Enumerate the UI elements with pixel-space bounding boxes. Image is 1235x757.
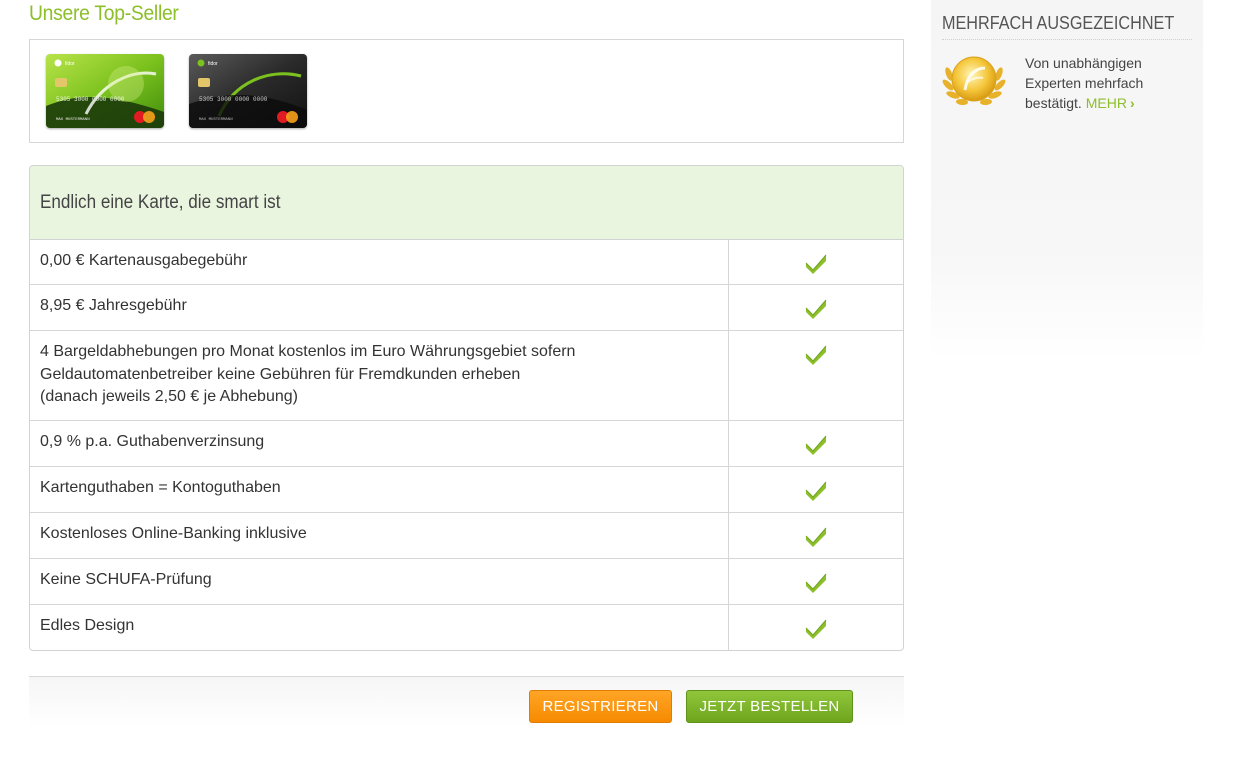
green-card[interactable]: fidor 5305 3000 0000 0000 MAX MUSTERMANN [46,54,164,128]
feature-check-cell [729,240,903,284]
topseller-heading: Unsere Top-Seller [29,2,179,25]
checkmark-icon [805,299,827,319]
card-brand-label: fidor [65,61,75,67]
feature-label-line: Edles Design [40,617,135,634]
checkmark-icon [805,481,827,501]
feature-label: Edles Design [30,605,729,650]
award-text-line: Experten mehrfach [1025,75,1144,91]
register-button[interactable]: REGISTRIEREN [529,690,672,723]
feature-label: 8,95 € Jahresgebühr [30,285,729,330]
award-text-line: Von unabhängigen [1025,55,1142,71]
card-holder: MAX MUSTERMANN [56,118,90,122]
feature-label-line: 4 Bargeldabhebungen pro Monat kostenlos … [40,343,576,360]
checkmark-icon [805,254,827,274]
feature-table: Endlich eine Karte, die smart ist 0,00 €… [29,165,904,651]
checkmark-icon [805,527,827,547]
feature-row: Edles Design [30,604,903,650]
feature-table-header: Endlich eine Karte, die smart ist [30,166,903,240]
sidebar-title: MEHRFACH AUSGEZEICHNET [942,13,1175,33]
feature-label-line: Geldautomatenbetreiber keine Gebühren fü… [40,365,521,383]
feature-check-cell [729,285,903,330]
feature-check-cell [729,421,903,466]
order-now-button[interactable]: JETZT BESTELLEN [686,690,853,723]
feature-check-cell [729,605,903,650]
feature-label-line: Keine SCHUFA-Prüfung [40,571,212,588]
black-card-image: fidor 5305 3000 0000 0000 MAX MUSTERMANN [189,54,307,128]
feature-label-line: 0,00 € Kartenausgabegebühr [40,252,248,269]
green-card-image: fidor 5305 3000 0000 0000 MAX MUSTERMANN [46,54,164,128]
black-card[interactable]: fidor 5305 3000 0000 0000 MAX MUSTERMANN [189,54,307,128]
more-link-label: MEHR [1085,95,1127,111]
feature-row: 8,95 € Jahresgebühr [30,284,903,330]
checkmark-icon [805,573,827,593]
feature-check-cell [729,559,903,604]
feature-label: Keine SCHUFA-Prüfung [30,559,729,604]
feature-row: Kostenloses Online-Banking inklusive [30,512,903,558]
feature-row: 0,9 % p.a. Guthabenverzinsung [30,420,903,466]
checkmark-icon [805,345,827,365]
feature-label-line: 0,9 % p.a. Guthabenverzinsung [40,433,265,450]
feature-row: 0,00 € Kartenausgabegebühr [30,240,903,284]
card-number: 5305 3000 0000 0000 [199,96,268,103]
feature-table-title: Endlich eine Karte, die smart ist [40,191,281,213]
checkmark-icon [805,435,827,455]
feature-check-cell [729,467,903,512]
award-text-line-end: bestätigt. [1025,95,1082,111]
feature-label-line: Kostenloses Online-Banking inklusive [40,525,307,542]
card-number: 5305 3000 0000 0000 [56,96,125,103]
more-link[interactable]: MEHR › [1086,95,1135,111]
sidebar-awards: MEHRFACH AUSGEZEICHNET Von unabhängigen … [931,0,1203,360]
feature-rows: 0,00 € Kartenausgabegebühr 8,95 € Jahresg… [30,240,903,650]
award-text-line: bestätigt. MEHR › [1025,93,1185,113]
feature-label-line: (danach jeweils 2,50 € je Abhebung) [40,388,298,405]
sidebar-divider [942,39,1192,40]
feature-label: Kartenguthaben = Kontoguthaben [30,467,729,512]
feature-row: Kartenguthaben = Kontoguthaben [30,466,903,512]
card-holder: MAX MUSTERMANN [199,118,233,122]
card-brand-label: fidor [208,61,218,67]
award-description: Von unabhängigen Experten mehrfach bestä… [1025,53,1185,113]
feature-label-line: 8,95 € Jahresgebühr [40,297,187,314]
feature-check-cell [729,513,903,558]
feature-label: 0,9 % p.a. Guthabenverzinsung [30,421,729,466]
feature-label: 0,00 € Kartenausgabegebühr [30,240,729,284]
chevron-right-icon: › [1129,95,1135,111]
feature-label: 4 Bargeldabhebungen pro Monat kostenlos … [30,331,729,420]
award-laurel-icon [941,52,1007,108]
feature-row: Keine SCHUFA-Prüfung [30,558,903,604]
topseller-cards-box: fidor 5305 3000 0000 0000 MAX MUSTERMANN… [29,39,904,143]
feature-label: Kostenloses Online-Banking inklusive [30,513,729,558]
feature-row: 4 Bargeldabhebungen pro Monat kostenlos … [30,330,903,420]
feature-label-line: Kartenguthaben = Kontoguthaben [40,479,281,496]
checkmark-icon [805,619,827,639]
feature-check-cell [729,331,903,420]
